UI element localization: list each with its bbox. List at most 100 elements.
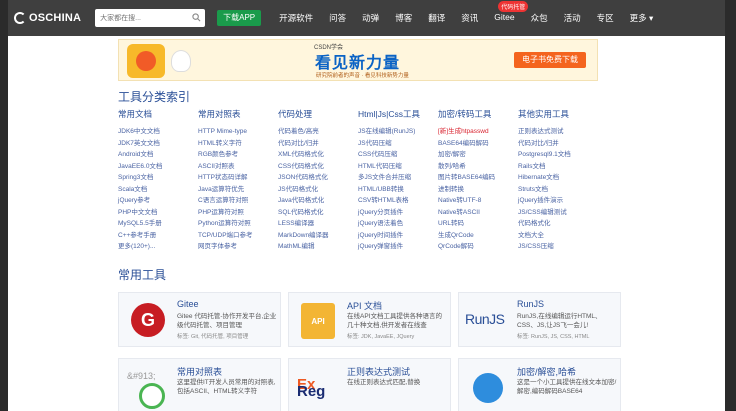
nav-item-crowdsourcing[interactable]: 众包 — [523, 12, 556, 24]
tool-link[interactable]: PHP运算符对照 — [198, 207, 278, 219]
tool-link[interactable]: 正则表达式测试 — [518, 126, 598, 138]
card-reference-tables[interactable]: &#913; 常用对照表 这里提供IT开发人员常用的对照表,包括ASCII、HT… — [118, 358, 281, 411]
tool-link[interactable]: 网页字体参考 — [198, 241, 278, 253]
tool-link[interactable]: Struts文档 — [518, 184, 598, 196]
ad-banner[interactable]: CSDN学会 看见新力量 研究院前者的声音 · 看见科技新势力量 电子书免费下载 — [118, 39, 598, 81]
column-code-processing: 代码处理 代码着色/高亮 代码对比/归并 XML代码格式化 CSS代码格式化 J… — [278, 108, 358, 253]
scrollbar[interactable] — [725, 0, 736, 411]
tool-link[interactable]: MarkDown编译器 — [278, 230, 358, 242]
nav-item-blog[interactable]: 博客 — [387, 12, 420, 24]
nav-item-events[interactable]: 活动 — [556, 12, 589, 24]
nav-item-zones[interactable]: 专区 — [589, 12, 622, 24]
tool-link[interactable]: HTML转义字符 — [198, 138, 278, 150]
card-desc: 这是一个小工具提供在线文本加密/解密,编码解码BASE64 — [517, 379, 617, 395]
tool-link[interactable]: SQL代码格式化 — [278, 207, 358, 219]
tool-link[interactable]: RGB颜色参考 — [198, 149, 278, 161]
tool-link[interactable]: URL转码 — [438, 218, 518, 230]
tool-link[interactable]: HTML代码压缩 — [358, 161, 438, 173]
tool-link[interactable]: HTML/UBB转换 — [358, 184, 438, 196]
column-header: 代码处理 — [278, 109, 313, 119]
tool-link[interactable]: 代码对比/归并 — [518, 138, 598, 150]
tool-link[interactable]: MathML编辑 — [278, 241, 358, 253]
tool-link[interactable]: jQuery语法着色 — [358, 218, 438, 230]
tool-link[interactable]: JavaEE6.0文档 — [118, 161, 198, 173]
tool-link[interactable]: Java运算符优先 — [198, 184, 278, 196]
tool-link[interactable]: CSS代码压缩 — [358, 149, 438, 161]
tool-link[interactable]: MySQL5.5手册 — [118, 218, 198, 230]
tool-link[interactable]: jQuery参考 — [118, 195, 198, 207]
tool-link[interactable]: 代码着色/高亮 — [278, 126, 358, 138]
api-doc-icon: API — [301, 303, 335, 339]
tool-link[interactable]: 代码对比/归并 — [278, 138, 358, 150]
tool-link[interactable]: CSS代码格式化 — [278, 161, 358, 173]
tool-link[interactable]: Hibernate文档 — [518, 172, 598, 184]
nav-item-more[interactable]: 更多 ▾ — [622, 12, 662, 24]
card-desc: Gitee 代码托管-协作开发平台,企业级代码托管、项目管理 — [177, 313, 277, 329]
card-runjs[interactable]: RunJS RunJS RunJS,在线编辑运行HTML、CSS、JS,让JS飞… — [458, 292, 621, 347]
card-gitee[interactable]: G Gitee Gitee 代码托管-协作开发平台,企业级代码托管、项目管理 标… — [118, 292, 281, 347]
tool-link[interactable]: jQuery时间插件 — [358, 230, 438, 242]
card-api-docs[interactable]: API API 文档 在线API文档工具提供各种语言的几十种文档,供开发者在线查… — [288, 292, 451, 347]
tool-link[interactable]: C++参考手册 — [118, 230, 198, 242]
tool-link[interactable]: JDK7英文文档 — [118, 138, 198, 150]
tool-link[interactable]: Native转ASCII — [438, 207, 518, 219]
tool-link[interactable]: 代码格式化 — [518, 218, 598, 230]
search-input[interactable] — [95, 10, 186, 26]
tool-link[interactable]: 进制转换 — [438, 184, 518, 196]
tool-link[interactable]: JDK6中文文档 — [118, 126, 198, 138]
site-logo[interactable]: OSCHINA — [14, 12, 81, 24]
tool-link[interactable]: Python运算符对照 — [198, 218, 278, 230]
tool-link[interactable]: PHP中文文档 — [118, 207, 198, 219]
nav-item-open-source[interactable]: 开源软件 — [271, 12, 321, 24]
tool-link[interactable]: HTTP状态码详解 — [198, 172, 278, 184]
tool-link[interactable]: 图片转BASE64编码 — [438, 172, 518, 184]
banner-title: 看见新力量 — [315, 55, 401, 72]
tool-link-new[interactable]: [新]生成htpasswd — [438, 126, 518, 138]
tool-link[interactable]: jQuery弹窗插件 — [358, 241, 438, 253]
tool-link[interactable]: ASCII对照表 — [198, 161, 278, 173]
tool-link[interactable]: JS代码压缩 — [358, 138, 438, 150]
tool-link[interactable]: jQuery分页插件 — [358, 207, 438, 219]
code-hosting-badge: 代码托管 — [498, 1, 529, 12]
column-header: 加密/转码工具 — [438, 109, 492, 119]
tool-link[interactable]: Spring3文档 — [118, 172, 198, 184]
tool-link[interactable]: JSON代码格式化 — [278, 172, 358, 184]
tool-link[interactable]: Native转UTF-8 — [438, 195, 518, 207]
ebook-download-button[interactable]: 电子书免费下载 — [514, 52, 586, 68]
card-regex-test[interactable]: Reg Ex 正则表达式测试 在线正则表达式匹配,替换 — [288, 358, 451, 411]
tool-link[interactable]: 更多(120+)... — [118, 241, 198, 253]
tool-link[interactable]: BASE64编码解码 — [438, 138, 518, 150]
nav-item-gitee[interactable]: Gitee 代码托管 — [486, 1, 529, 24]
tool-link[interactable]: 散列/哈希 — [438, 161, 518, 173]
tool-link[interactable]: Android文档 — [118, 149, 198, 161]
nav-item-translate[interactable]: 翻译 — [420, 12, 453, 24]
tool-link[interactable]: JS/CSS编辑测试 — [518, 207, 598, 219]
nav-item-qa[interactable]: 问答 — [321, 12, 354, 24]
tool-link[interactable]: LESS编译器 — [278, 218, 358, 230]
tool-link[interactable]: Rails文档 — [518, 161, 598, 173]
tool-link[interactable]: Java代码格式化 — [278, 195, 358, 207]
tool-link[interactable]: C语言运算符对照 — [198, 195, 278, 207]
tool-link[interactable]: JS在线编辑(RunJS) — [358, 126, 438, 138]
card-encrypt-hash[interactable]: 加密/解密,哈希 这是一个小工具提供在线文本加密/解密,编码解码BASE64 — [458, 358, 621, 411]
tool-link[interactable]: XML代码格式化 — [278, 149, 358, 161]
tool-link[interactable]: 多JS文件合并压缩 — [358, 172, 438, 184]
tool-link[interactable]: jQuery插件演示 — [518, 195, 598, 207]
tool-link[interactable]: CSV转HTML表格 — [358, 195, 438, 207]
tool-link[interactable]: JS代码格式化 — [278, 184, 358, 196]
tool-link[interactable]: Postgresql9.1文档 — [518, 149, 598, 161]
nav-item-news[interactable]: 资讯 — [453, 12, 486, 24]
nav-item-tweets[interactable]: 动弹 — [354, 12, 387, 24]
tool-link[interactable]: HTTP Mime-type — [198, 126, 278, 138]
tool-link[interactable]: 生成QrCode — [438, 230, 518, 242]
tool-link[interactable]: Scala文档 — [118, 184, 198, 196]
tool-link[interactable]: 加密/解密 — [438, 149, 518, 161]
search-icon[interactable] — [192, 13, 201, 22]
tool-link[interactable]: QrCode解码 — [438, 241, 518, 253]
common-tools-title: 常用工具 — [118, 268, 167, 282]
tool-link[interactable]: 文档大全 — [518, 230, 598, 242]
tool-link[interactable]: TCP/UDP端口参考 — [198, 230, 278, 242]
tool-link[interactable]: JS/CSS压缩 — [518, 241, 598, 253]
column-header: 常用文档 — [118, 109, 153, 119]
download-app-button[interactable]: 下载APP — [217, 10, 262, 26]
